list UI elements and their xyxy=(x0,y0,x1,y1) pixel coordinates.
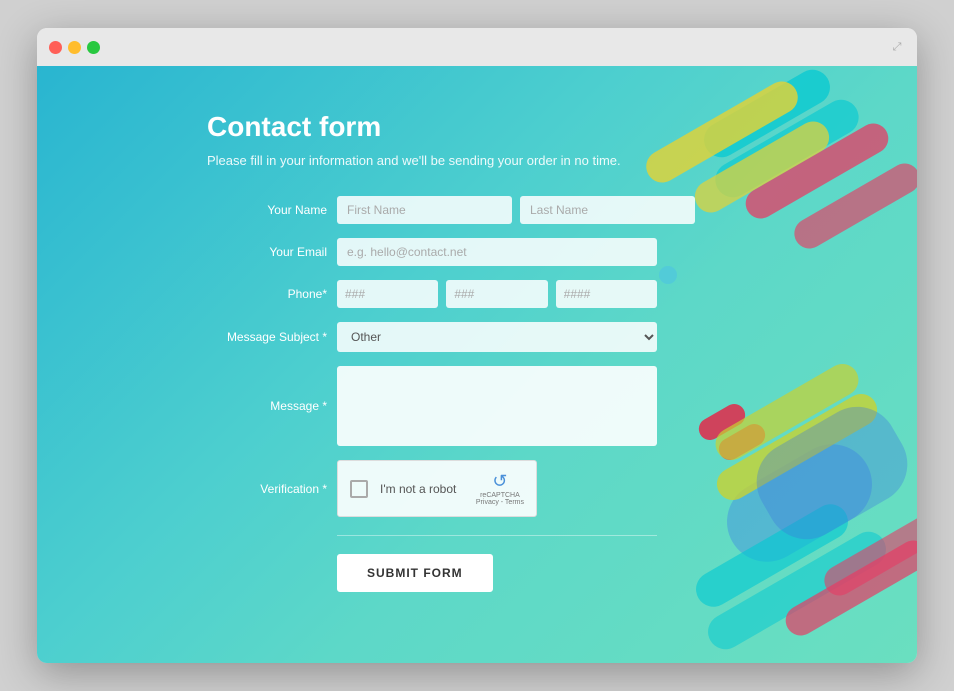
email-row: Your Email xyxy=(207,238,657,266)
form-title: Contact form xyxy=(207,111,657,143)
phone-row: Phone* xyxy=(207,280,657,308)
deco-shape-1 xyxy=(698,66,837,164)
traffic-lights xyxy=(49,41,100,54)
name-label: Your Name xyxy=(207,203,327,217)
form-divider xyxy=(337,535,657,536)
phone-label: Phone* xyxy=(207,287,327,301)
deco-shape-12 xyxy=(711,388,883,506)
minimize-button[interactable] xyxy=(68,41,81,54)
phone-number-input[interactable] xyxy=(556,280,657,308)
first-name-input[interactable] xyxy=(337,196,512,224)
deco-shape-2 xyxy=(709,93,865,203)
deco-shape-10 xyxy=(695,400,749,444)
deco-shape-4 xyxy=(689,116,835,219)
subject-row: Message Subject * General Inquiry Suppor… xyxy=(207,322,657,352)
deco-shape-11 xyxy=(715,420,769,464)
last-name-input[interactable] xyxy=(520,196,695,224)
deco-shape-8 xyxy=(690,498,855,613)
message-textarea-wrapper xyxy=(337,366,657,446)
email-input-wrapper xyxy=(337,238,657,266)
recaptcha-brand: reCAPTCHA xyxy=(480,492,520,499)
deco-shape-15 xyxy=(819,505,917,601)
subject-label: Message Subject * xyxy=(207,330,327,344)
main-content: Contact form Please fill in your informa… xyxy=(37,66,917,663)
subject-select-wrapper: General Inquiry Support Billing Other xyxy=(337,322,657,352)
verification-row: Verification * I'm not a robot ↺ reCAPTC… xyxy=(207,460,657,517)
name-inputs xyxy=(337,196,695,224)
message-label: Message * xyxy=(207,399,327,413)
captcha-checkbox[interactable] xyxy=(350,480,368,498)
subject-select[interactable]: General Inquiry Support Billing Other xyxy=(337,322,657,352)
verification-label: Verification * xyxy=(207,482,327,496)
captcha-label: I'm not a robot xyxy=(380,482,464,496)
deco-shape-3 xyxy=(640,76,803,189)
deco-shape-17 xyxy=(742,392,917,554)
phone-area-input[interactable] xyxy=(337,280,438,308)
deco-shape-13 xyxy=(710,358,865,466)
close-button[interactable] xyxy=(49,41,62,54)
form-subtitle: Please fill in your information and we'l… xyxy=(207,153,657,168)
submit-button[interactable]: SUBMIT FORM xyxy=(337,554,493,592)
deco-shape-5 xyxy=(740,118,894,224)
deco-shape-9 xyxy=(702,525,893,655)
browser-window: ⤢ Contact form Please fill in you xyxy=(37,28,917,663)
deco-shape-16 xyxy=(659,266,677,284)
captcha-box[interactable]: I'm not a robot ↺ reCAPTCHA Privacy - Te… xyxy=(337,460,537,517)
deco-shape-14 xyxy=(780,535,917,641)
message-textarea[interactable] xyxy=(337,366,657,446)
recaptcha-icon: ↺ xyxy=(492,471,507,492)
deco-shape-7 xyxy=(712,430,886,577)
message-row: Message * xyxy=(207,366,657,446)
captcha-wrapper: I'm not a robot ↺ reCAPTCHA Privacy - Te… xyxy=(337,460,657,517)
contact-form-area: Contact form Please fill in your informa… xyxy=(37,66,657,632)
email-label: Your Email xyxy=(207,245,327,259)
phone-inputs-wrapper xyxy=(337,280,657,308)
phone-prefix-input[interactable] xyxy=(446,280,547,308)
expand-icon[interactable]: ⤢ xyxy=(889,39,905,55)
email-input[interactable] xyxy=(337,238,657,266)
title-bar: ⤢ xyxy=(37,28,917,66)
captcha-logo: ↺ reCAPTCHA Privacy - Terms xyxy=(476,471,524,506)
maximize-button[interactable] xyxy=(87,41,100,54)
recaptcha-links: Privacy - Terms xyxy=(476,499,524,506)
name-row: Your Name xyxy=(207,196,657,224)
deco-shape-6 xyxy=(789,158,917,254)
